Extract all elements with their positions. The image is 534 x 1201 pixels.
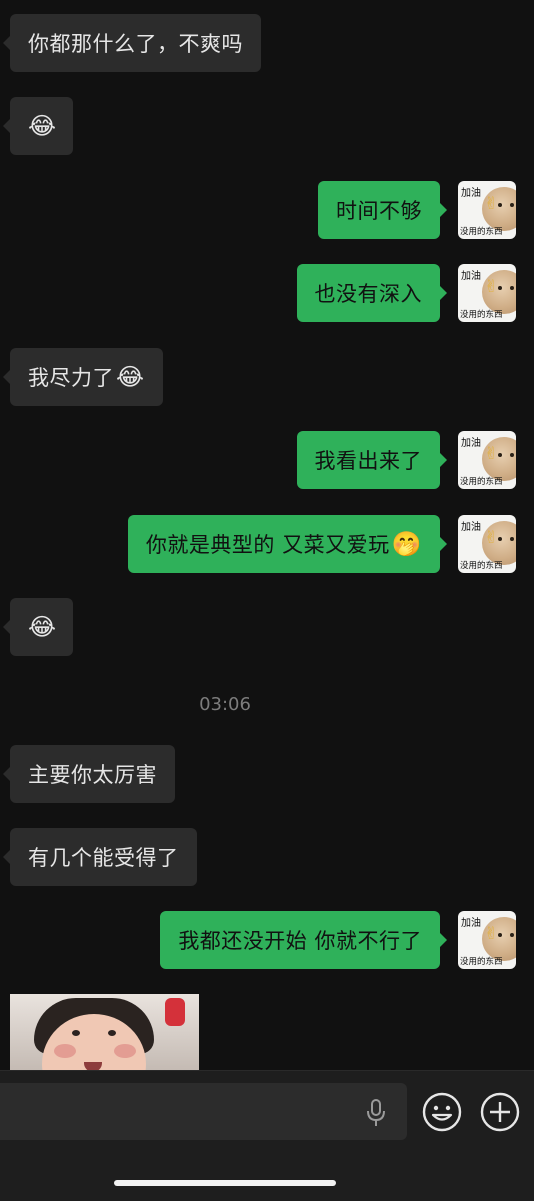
avatar[interactable]: ✌ 加油 没用的东西 xyxy=(458,911,516,969)
message-text: 有几个能受得了 xyxy=(28,846,179,870)
dog-eye xyxy=(498,286,502,290)
message-outgoing[interactable]: 我看出来了 xyxy=(296,431,447,489)
message-input[interactable] xyxy=(0,1083,407,1140)
message-text: 时间不够 xyxy=(336,199,422,223)
message-outgoing[interactable]: 也没有深入 xyxy=(296,264,447,322)
message-text: 主要你太厉害 xyxy=(28,763,157,787)
home-indicator[interactable] xyxy=(114,1180,336,1186)
message-text: 你就是典型的 又菜又爱玩 xyxy=(145,533,390,557)
crying-laughing-emoji-icon: 😂 xyxy=(116,363,145,391)
hand-icon: ✌ xyxy=(484,924,499,944)
message-incoming[interactable]: 😂 xyxy=(3,97,73,155)
avatar-line1: 加油 xyxy=(461,438,481,449)
plus-icon[interactable] xyxy=(480,1092,520,1132)
avatar[interactable]: ✌ 加油 没用的东西 xyxy=(458,431,516,489)
avatar[interactable]: ✌ 加油 没用的东西 xyxy=(458,264,516,322)
microphone-icon[interactable] xyxy=(366,1099,386,1127)
avatar-line2: 没用的东西 xyxy=(460,227,503,237)
message-outgoing[interactable]: 我都还没开始 你就不行了 xyxy=(160,911,447,969)
avatar-line2: 没用的东西 xyxy=(460,477,503,487)
avatar-line2: 没用的东西 xyxy=(460,957,503,967)
avatar-line1: 加油 xyxy=(461,271,481,282)
message-incoming[interactable]: 有几个能受得了 xyxy=(3,828,197,886)
dog-eye xyxy=(510,933,514,937)
crying-laughing-emoji-icon: 😂 xyxy=(28,613,57,641)
hand-icon: ✌ xyxy=(484,194,499,214)
message-text: 你都那什么了，不爽吗 xyxy=(28,32,243,56)
avatar-line2: 没用的东西 xyxy=(460,310,503,320)
dog-eye xyxy=(498,203,502,207)
message-incoming[interactable]: 你都那什么了，不爽吗 xyxy=(3,14,261,72)
avatar-line2: 没用的东西 xyxy=(460,561,503,571)
hand-icon: ✌ xyxy=(484,444,499,464)
dog-eye xyxy=(498,453,502,457)
avatar[interactable]: ✌ 加油 没用的东西 xyxy=(458,515,516,573)
avatar-line1: 加油 xyxy=(461,188,481,199)
avatar-line1: 加油 xyxy=(461,522,481,533)
message-incoming[interactable]: 主要你太厉害 xyxy=(3,745,175,803)
dog-eye xyxy=(498,537,502,541)
avatar-line1: 加油 xyxy=(461,918,481,929)
message-text: 也没有深入 xyxy=(314,282,422,306)
hand-icon: ✌ xyxy=(484,528,499,548)
chat-area: 你都那什么了，不爽吗 😂 时间不够 ✌ 加油 没用的东西 也没有深入 ✌ 加油 … xyxy=(0,0,534,1070)
avatar[interactable]: ✌ 加油 没用的东西 xyxy=(458,181,516,239)
crying-laughing-emoji-icon: 😂 xyxy=(28,112,57,140)
dog-eye xyxy=(510,537,514,541)
dog-eye xyxy=(510,203,514,207)
hand-over-mouth-emoji-icon: 🤭 xyxy=(391,530,422,558)
timestamp: 03:06 xyxy=(199,694,251,715)
message-incoming[interactable]: 我尽力了 😂 xyxy=(3,348,163,406)
message-text: 我都还没开始 你就不行了 xyxy=(178,929,422,953)
dog-eye xyxy=(510,286,514,290)
message-outgoing[interactable]: 时间不够 xyxy=(318,181,447,239)
hand-icon: ✌ xyxy=(484,277,499,297)
message-text: 我尽力了 xyxy=(28,366,114,390)
message-incoming[interactable]: 😂 xyxy=(3,598,73,656)
message-text: 我看出来了 xyxy=(314,449,422,473)
dog-eye xyxy=(498,933,502,937)
dog-eye xyxy=(510,453,514,457)
message-outgoing[interactable]: 你就是典型的 又菜又爱玩 🤭 xyxy=(127,515,448,573)
emoji-icon[interactable] xyxy=(422,1092,462,1132)
image-message[interactable] xyxy=(10,994,199,1070)
